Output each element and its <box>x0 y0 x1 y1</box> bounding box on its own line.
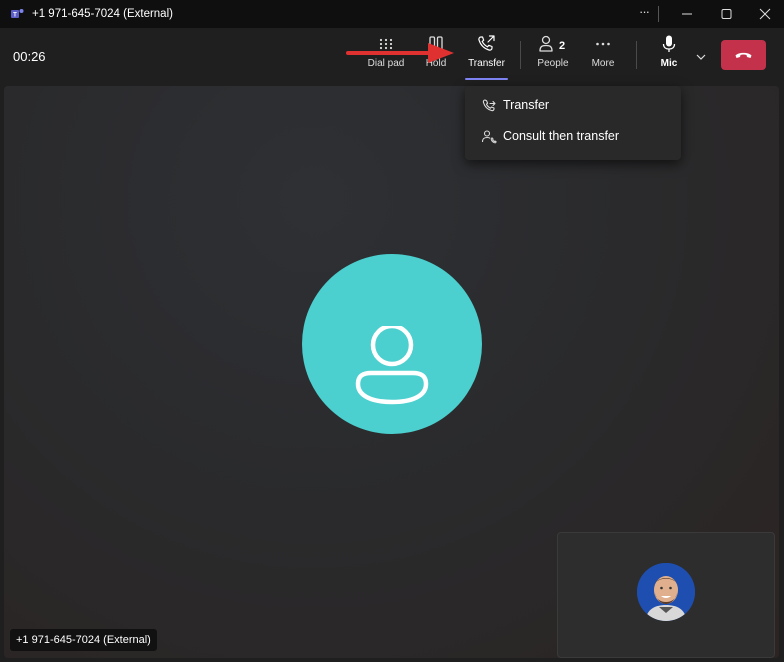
active-tab-indicator <box>465 78 508 80</box>
people-count-badge: 2 <box>559 40 566 52</box>
transfer-menu: Transfer Consult then transfer <box>465 86 681 160</box>
mic-button[interactable]: Mic <box>655 34 683 78</box>
menu-item-transfer[interactable]: Transfer <box>465 90 681 120</box>
user-photo <box>637 563 695 621</box>
caller-avatar <box>302 254 482 434</box>
menu-item-label: Transfer <box>503 98 550 112</box>
call-transfer-icon <box>482 99 496 112</box>
more-options-icon[interactable]: ··· <box>635 5 653 23</box>
chevron-down-icon[interactable] <box>694 50 708 64</box>
people-button[interactable]: People <box>535 34 571 78</box>
more-button[interactable]: More <box>588 34 618 78</box>
menu-item-consult-then-transfer[interactable]: Consult then transfer <box>465 121 681 151</box>
call-transfer-icon <box>477 35 495 51</box>
person-silhouette-icon <box>355 326 429 405</box>
call-stage: +1 971-645-7024 (External) <box>4 86 779 658</box>
annotation-arrow <box>346 43 454 63</box>
close-icon[interactable] <box>754 4 776 24</box>
hang-up-phone-icon <box>735 52 752 58</box>
teams-logo-icon: T <box>11 9 24 19</box>
more-dots-icon <box>596 42 610 46</box>
title-bar: T +1 971-645-7024 (External) ··· <box>0 0 784 28</box>
people-label: People <box>537 58 569 69</box>
toolbar-divider <box>520 41 521 69</box>
toolbar-divider <box>636 41 637 69</box>
maximize-icon[interactable] <box>715 4 737 24</box>
call-timer: 00:26 <box>13 49 46 64</box>
people-consult-icon <box>481 130 497 144</box>
person-icon <box>539 35 553 52</box>
caller-name-tag: +1 971-645-7024 (External) <box>10 629 157 651</box>
more-label: More <box>591 58 615 69</box>
self-video-preview[interactable] <box>557 532 775 658</box>
transfer-button[interactable]: Transfer <box>465 34 508 78</box>
microphone-icon <box>662 35 676 52</box>
menu-item-label: Consult then transfer <box>503 129 620 143</box>
self-avatar <box>637 563 695 621</box>
title-divider <box>658 6 659 22</box>
transfer-label: Transfer <box>468 58 505 69</box>
mic-label: Mic <box>660 58 678 69</box>
minimize-icon[interactable] <box>676 4 698 24</box>
window-title: +1 971-645-7024 (External) <box>32 8 173 20</box>
hang-up-button[interactable] <box>721 40 766 70</box>
svg-text:T: T <box>13 13 17 19</box>
